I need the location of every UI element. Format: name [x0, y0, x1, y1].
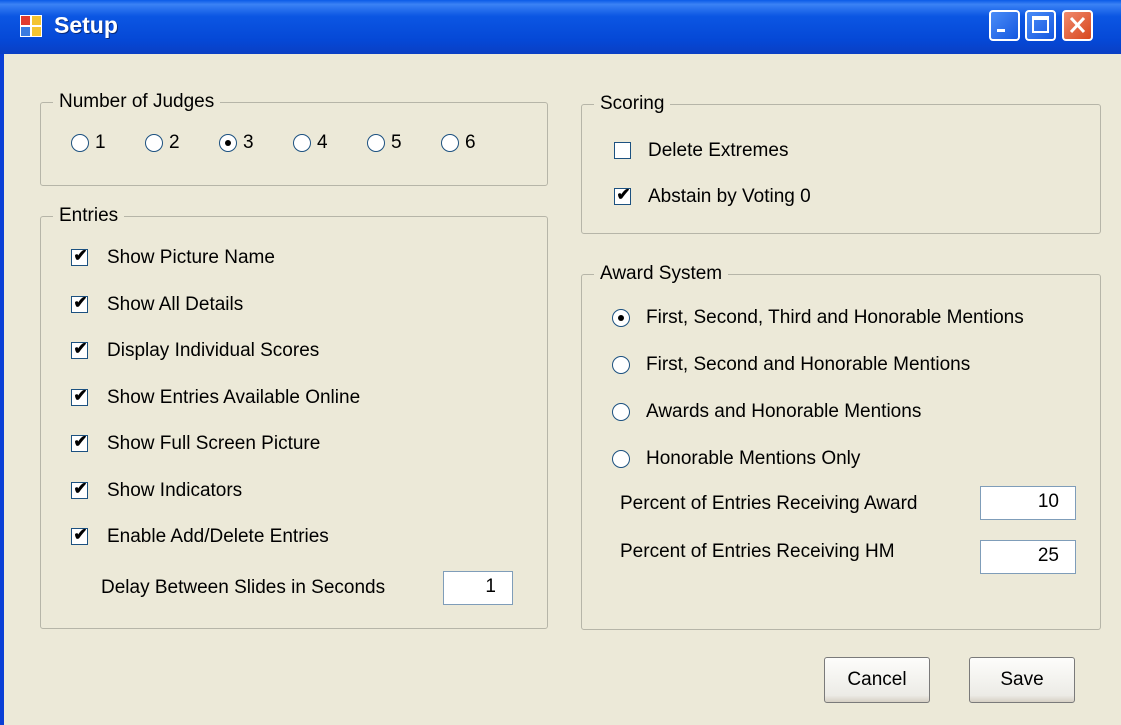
- entries-checkbox[interactable]: ✔: [71, 339, 88, 359]
- award-option-label: First, Second and Honorable Mentions: [646, 354, 971, 375]
- entries-checkbox[interactable]: ✔: [71, 385, 88, 406]
- entries-option-label: Display Individual Scores: [107, 340, 320, 361]
- judge-radio-6[interactable]: [441, 134, 459, 152]
- entries-option[interactable]: ✔ Enable Add/Delete Entries: [71, 525, 511, 549]
- entries-option-label: Show Full Screen Picture: [107, 433, 321, 454]
- award-system-legend: Award System: [594, 262, 729, 286]
- percent-award-input[interactable]: 10: [980, 486, 1076, 520]
- award-option-label: Honorable Mentions Only: [646, 448, 861, 469]
- award-system-group: Award System First, Second, Third and Ho…: [581, 262, 1101, 630]
- entries-group: Entries ✔ Show Picture Name ✔ Show All Deta…: [40, 204, 548, 629]
- entries-option[interactable]: ✔ Show Picture Name: [71, 246, 511, 270]
- close-button[interactable]: [1062, 10, 1093, 41]
- radio-selected-dot: [225, 140, 231, 146]
- number-of-judges-legend: Number of Judges: [53, 90, 221, 114]
- percent-hm-label: Percent of Entries Receiving HM: [620, 541, 895, 562]
- entries-legend: Entries: [53, 204, 125, 228]
- award-radio[interactable]: [612, 356, 630, 374]
- setup-window: Setup Number of Judges 123456 Entries ✔ S…: [0, 0, 1121, 725]
- entries-checkbox[interactable]: ✔: [71, 246, 88, 266]
- entries-checkbox[interactable]: ✔: [71, 292, 88, 313]
- judge-option-1[interactable]: 1: [71, 131, 131, 155]
- judge-radio-3[interactable]: [219, 134, 237, 152]
- award-option[interactable]: First, Second and Honorable Mentions: [612, 353, 1082, 377]
- scoring-legend: Scoring: [594, 92, 671, 116]
- check-icon: ✔: [73, 525, 88, 544]
- delay-input[interactable]: 1: [443, 571, 513, 605]
- entries-option-label: Show Picture Name: [107, 247, 275, 268]
- radio-selected-dot: [618, 315, 624, 321]
- scoring-option-label: Abstain by Voting 0: [648, 186, 811, 207]
- award-radio[interactable]: [612, 403, 630, 421]
- cancel-button[interactable]: Cancel: [824, 657, 930, 703]
- scoring-checkbox[interactable]: [614, 142, 631, 159]
- judge-option-label: 4: [317, 132, 328, 153]
- entries-option-label: Show Indicators: [107, 479, 243, 501]
- scoring-group: Scoring Delete Extremes ✔ Abstain by Votin…: [581, 92, 1101, 234]
- entries-checkbox[interactable]: ✔: [71, 478, 88, 499]
- entries-checkbox[interactable]: ✔: [71, 432, 88, 452]
- window-title: Setup: [54, 12, 118, 38]
- delay-label: Delay Between Slides in Seconds: [101, 577, 386, 598]
- entries-option[interactable]: ✔ Show Entries Available Online: [71, 386, 511, 410]
- maximize-icon: [1032, 16, 1049, 33]
- maximize-button[interactable]: [1025, 10, 1056, 41]
- judge-option-4[interactable]: 4: [293, 131, 353, 155]
- scoring-checkbox[interactable]: ✔: [614, 185, 631, 205]
- check-icon: ✔: [73, 385, 88, 405]
- judge-radio-5[interactable]: [367, 134, 385, 152]
- award-radio[interactable]: [612, 309, 630, 327]
- entries-option[interactable]: ✔ Show All Details: [71, 293, 511, 317]
- award-option[interactable]: First, Second, Third and Honorable Menti…: [612, 306, 1082, 330]
- judge-option-label: 2: [169, 132, 180, 153]
- judge-option-label: 6: [465, 132, 476, 153]
- judge-radio-4[interactable]: [293, 134, 311, 152]
- number-of-judges-group: Number of Judges 1 2 3 4 5 6: [40, 90, 548, 186]
- judge-radio-2[interactable]: [145, 134, 163, 152]
- entries-option[interactable]: ✔ Display Individual Scores: [71, 339, 511, 363]
- award-radio[interactable]: [612, 450, 630, 468]
- entries-checkbox[interactable]: ✔: [71, 525, 88, 545]
- app-icon: [20, 15, 42, 37]
- title-bar[interactable]: Setup: [0, 0, 1121, 54]
- judge-option-5[interactable]: 5: [367, 131, 427, 155]
- entries-option[interactable]: ✔ Show Full Screen Picture: [71, 432, 511, 456]
- entries-option-label: Enable Add/Delete Entries: [107, 526, 329, 547]
- judge-option-label: 5: [391, 132, 402, 153]
- check-icon: ✔: [73, 432, 88, 451]
- check-icon: ✔: [616, 185, 631, 204]
- scoring-option-label: Delete Extremes: [648, 140, 789, 161]
- judge-radio-1[interactable]: [71, 134, 89, 152]
- percent-award-label: Percent of Entries Receiving Award: [620, 493, 918, 514]
- minimize-button[interactable]: [989, 10, 1020, 41]
- scoring-option[interactable]: Delete Extremes: [614, 139, 1014, 163]
- judge-option-label: 1: [95, 132, 106, 153]
- scoring-option[interactable]: ✔ Abstain by Voting 0: [614, 185, 1014, 209]
- check-icon: ✔: [73, 246, 88, 265]
- save-button[interactable]: Save: [969, 657, 1075, 703]
- judge-option-3[interactable]: 3: [219, 131, 279, 155]
- award-option[interactable]: Awards and Honorable Mentions: [612, 400, 1082, 424]
- entries-option[interactable]: ✔ Show Indicators: [71, 479, 511, 503]
- judge-option-6[interactable]: 6: [441, 131, 501, 155]
- award-option-label: Awards and Honorable Mentions: [646, 401, 922, 422]
- check-icon: ✔: [73, 339, 88, 358]
- client-area: Number of Judges 1 2 3 4 5 6 Entries ✔ Show Pi…: [4, 54, 1121, 725]
- award-option[interactable]: Honorable Mentions Only: [612, 447, 1082, 471]
- judge-option-2[interactable]: 2: [145, 131, 205, 155]
- judge-option-label: 3: [243, 132, 254, 153]
- percent-hm-input[interactable]: 25: [980, 540, 1076, 574]
- check-icon: ✔: [73, 292, 88, 312]
- award-option-label: First, Second, Third and Honorable Menti…: [646, 307, 1024, 328]
- close-icon: [1069, 16, 1086, 34]
- minimize-icon: [997, 29, 1005, 32]
- check-icon: ✔: [73, 478, 88, 498]
- entries-option-label: Show All Details: [107, 293, 244, 315]
- entries-option-label: Show Entries Available Online: [107, 386, 361, 408]
